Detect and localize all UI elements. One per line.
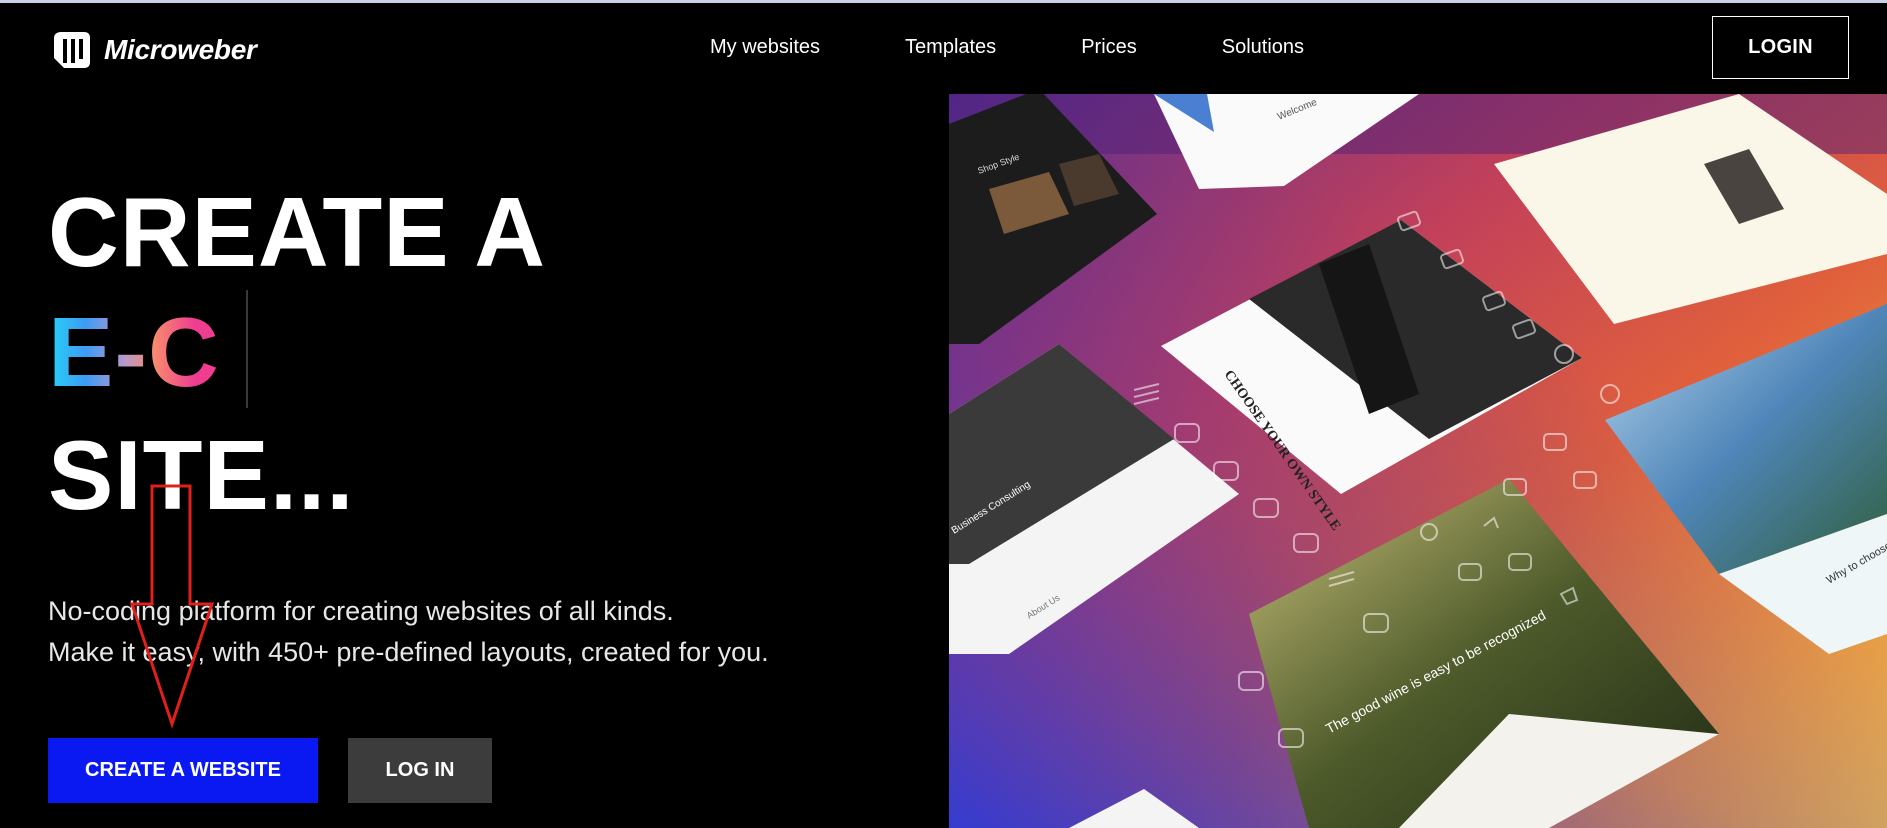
create-website-button[interactable]: CREATE A WEBSITE (48, 738, 318, 803)
brand-name: Microweber (104, 34, 257, 65)
header-login-button[interactable]: LOGIN (1712, 16, 1849, 79)
nav-item-solutions[interactable]: Solutions (1222, 36, 1304, 59)
hero-title-line-3: SITE... (48, 420, 355, 530)
hero-subtitle-1: No-coding platform for creating websites… (48, 596, 674, 626)
nav-item-prices[interactable]: Prices (1081, 36, 1137, 59)
main-nav: My websites Templates Prices Solutions (710, 36, 1304, 59)
log-in-button[interactable]: LOG IN (348, 738, 492, 803)
hero-title-line-2: E-C (48, 297, 220, 407)
template-showcase-image: Shop Style Welcome CHOOSE YOUR OWN STYLE… (949, 94, 1887, 828)
hero-title-line-1: CREATE A (48, 177, 546, 287)
brand-logo[interactable]: Microweber (50, 28, 257, 72)
microweber-logo-icon (54, 32, 90, 68)
nav-item-my-websites[interactable]: My websites (710, 36, 820, 59)
hero-subtitle-2: Make it easy, with 450+ pre-defined layo… (48, 637, 769, 667)
nav-item-templates[interactable]: Templates (905, 36, 996, 59)
top-border (0, 0, 1887, 3)
typing-caret (246, 290, 248, 408)
